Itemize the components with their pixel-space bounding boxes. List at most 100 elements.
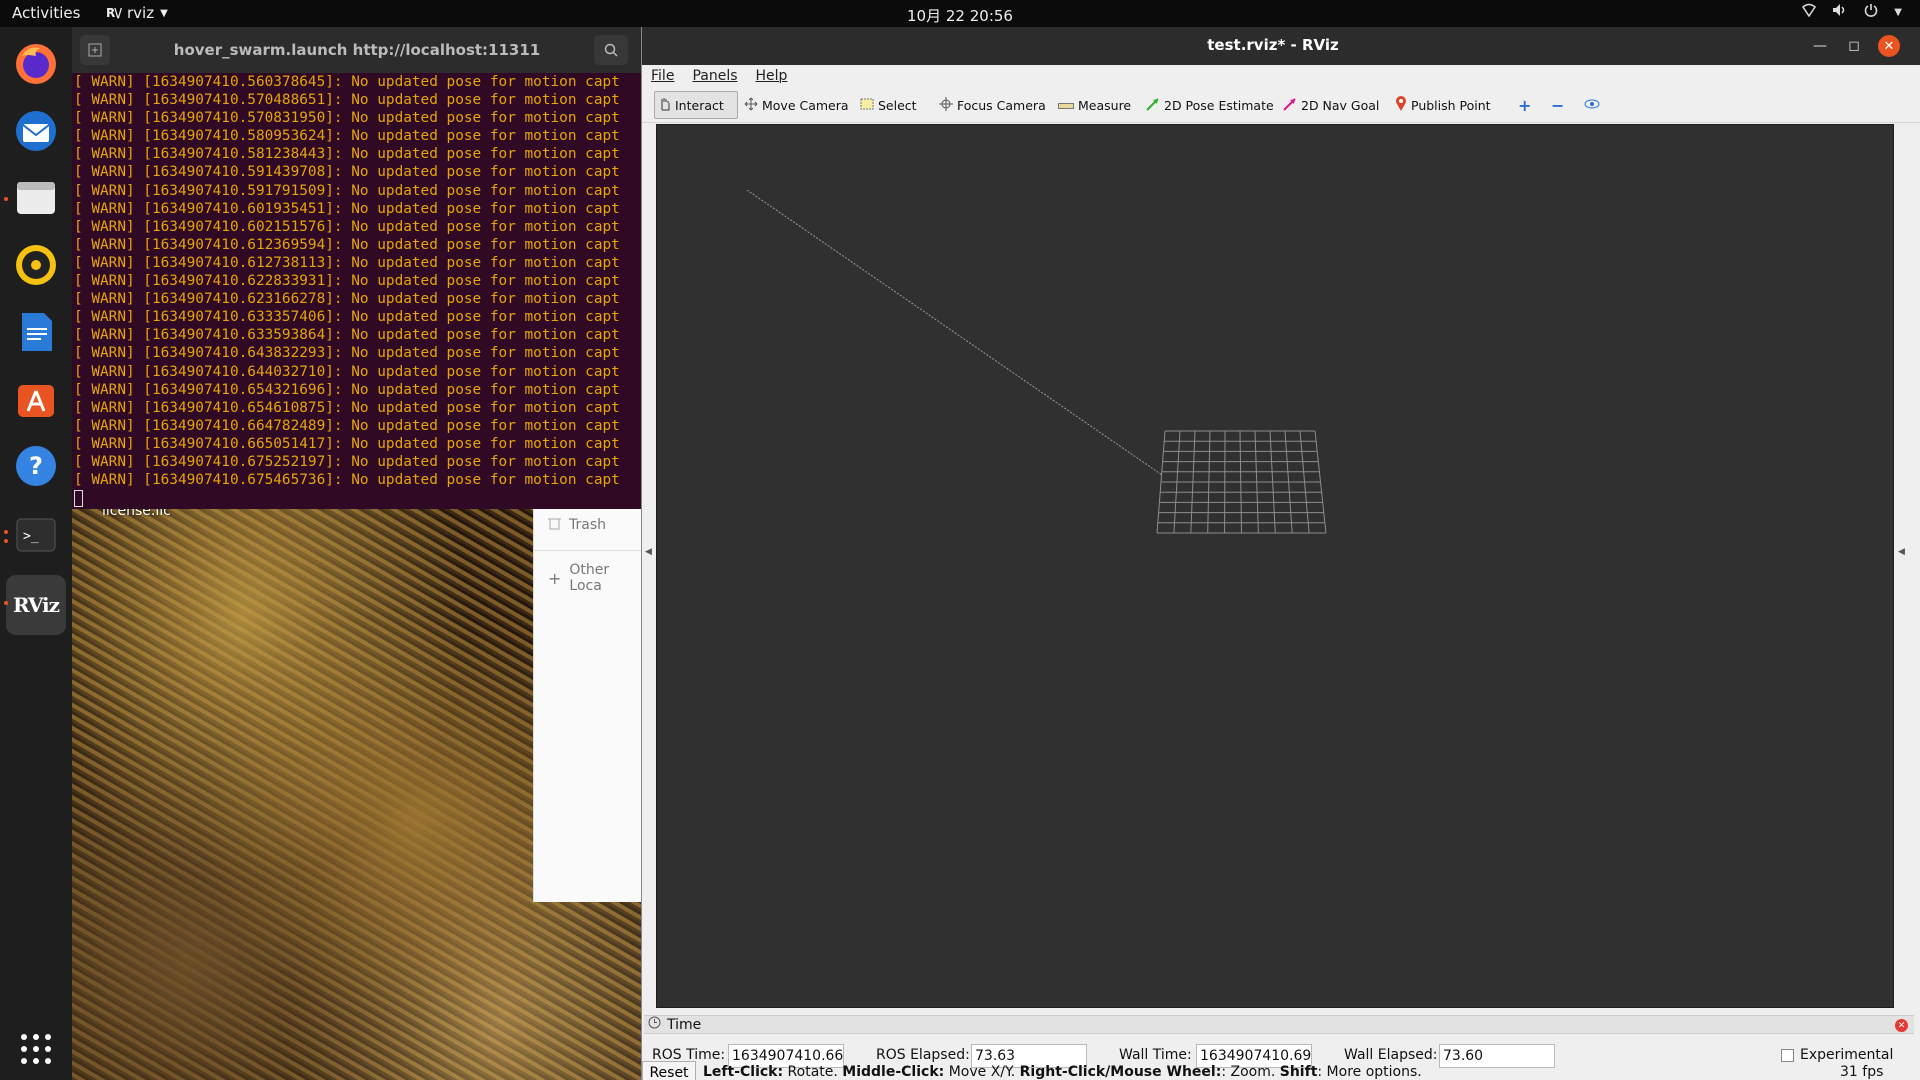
terminal-line: [ WARN] [1634907410.560378645]: No updat… (74, 74, 620, 90)
green-arrow-icon (1146, 97, 1160, 114)
top-bar: Activities R\/ rviz ▼ 10月 22 20:56 ▼ (0, 0, 1920, 27)
rviz-small-icon: R\/ (106, 6, 122, 20)
help-key: Middle-Click: (842, 1064, 945, 1080)
tool-properties-button[interactable] (1580, 91, 1604, 119)
svg-text:?: ? (29, 452, 43, 480)
3d-viewport[interactable] (656, 124, 1894, 1008)
tool-bar: Interact Move Camera Select Focus Camera (642, 87, 1920, 123)
terminal-line: [ WARN] [1634907410.633357406]: No updat… (74, 309, 620, 326)
menu-bar: File Panels Help (642, 65, 1920, 87)
help-key: Shift (1279, 1064, 1318, 1080)
system-tray[interactable]: ▼ (1802, 3, 1902, 21)
dock: ? >_ RViz (0, 27, 72, 1080)
experimental-label: Experimental (1800, 1047, 1894, 1063)
checkbox-box (1781, 1048, 1794, 1062)
desktop: Activities R\/ rviz ▼ 10月 22 20:56 ▼ ? >… (0, 0, 1920, 1080)
help-icon[interactable]: ? (12, 442, 60, 490)
terminal-line: [ WARN] [1634907410.612369594]: No updat… (74, 236, 620, 253)
move-camera-tool[interactable]: Move Camera (740, 91, 853, 119)
time-panel-header: Time ✕ (644, 1015, 1914, 1034)
select-box-icon (860, 98, 874, 113)
tool-label: Measure (1078, 97, 1132, 113)
search-icon (604, 43, 618, 57)
close-button[interactable]: ✕ (1878, 35, 1900, 57)
terminal-line: [ WARN] [1634907410.675465736]: No updat… (74, 472, 620, 489)
show-apps-icon[interactable] (12, 1025, 60, 1073)
ros-elapsed-label: ROS Elapsed: (876, 1047, 970, 1063)
minus-icon: − (1551, 95, 1565, 115)
add-tool-button[interactable]: + (1514, 91, 1535, 119)
app-menu[interactable]: R\/ rviz ▼ (106, 4, 168, 22)
move-icon (744, 97, 758, 114)
rviz-window: test.rviz* - RViz — ◻ ✕ File Panels Help… (641, 27, 1920, 1080)
reset-button[interactable]: Reset (642, 1061, 696, 1080)
terminal-icon[interactable]: >_ (12, 511, 60, 559)
maximize-button[interactable]: ◻ (1843, 35, 1865, 57)
terminal-line: [ WARN] [1634907410.643832293]: No updat… (74, 345, 620, 362)
clock[interactable]: 10月 22 20:56 (0, 5, 1920, 26)
volume-icon (1832, 3, 1848, 21)
tool-label: 2D Nav Goal (1301, 97, 1380, 113)
terminal-line: [ WARN] [1634907410.602151576]: No updat… (74, 218, 620, 235)
terminal-prompt[interactable] (74, 489, 642, 507)
wall-elapsed-field[interactable]: 73.60 (1439, 1044, 1555, 1068)
files-icon[interactable] (12, 174, 60, 222)
experimental-checkbox[interactable]: Experimental (1781, 1047, 1893, 1063)
plus-icon: + (548, 568, 562, 588)
tool-label: Select (878, 97, 917, 113)
help-desc: : More options. (1317, 1064, 1422, 1080)
divider (534, 550, 646, 551)
status-help-text: Left-Click: Rotate. Middle-Click: Move X… (703, 1064, 1422, 1080)
menu-file[interactable]: File (651, 68, 674, 84)
measure-tool[interactable]: Measure (1054, 91, 1135, 119)
software-icon[interactable] (12, 375, 60, 423)
chevron-down-icon: ▼ (160, 7, 168, 19)
help-desc: : Zoom. (1221, 1064, 1280, 1080)
nav-goal-tool[interactable]: 2D Nav Goal (1279, 91, 1383, 119)
terminal-output[interactable]: [ WARN] [1634907410.560378645]: No updat… (72, 73, 642, 509)
help-desc: Move X/Y. (944, 1064, 1020, 1080)
sidebar-item-other-locations[interactable]: + Other Loca (548, 562, 645, 594)
rhythmbox-icon[interactable] (12, 241, 60, 289)
terminal-line: [ WARN] [1634907410.581238443]: No updat… (74, 146, 620, 163)
terminal-line: [ WARN] [1634907410.591791509]: No updat… (74, 182, 620, 199)
running-indicator (4, 197, 8, 201)
window-title: test.rviz* - RViz (1207, 36, 1339, 54)
terminal-line: [ WARN] [1634907410.633593864]: No updat… (74, 327, 620, 344)
search-button[interactable] (594, 35, 628, 65)
tool-label: Interact (675, 97, 724, 113)
pose-estimate-tool[interactable]: 2D Pose Estimate (1142, 91, 1278, 119)
help-key: Left-Click: (703, 1064, 784, 1080)
eye-icon (1584, 98, 1600, 113)
terminal-line: [ WARN] [1634907410.570488651]: No updat… (74, 92, 620, 109)
terminal-line: [ WARN] [1634907410.591439708]: No updat… (74, 164, 620, 181)
tool-label: 2D Pose Estimate (1164, 97, 1274, 113)
close-panel-icon[interactable]: ✕ (1895, 1019, 1908, 1032)
activities-button[interactable]: Activities (12, 4, 80, 22)
terminal-line: [ WARN] [1634907410.644032710]: No updat… (74, 363, 620, 380)
publish-point-tool[interactable]: Publish Point (1391, 91, 1495, 119)
interact-tool[interactable]: Interact (654, 91, 738, 119)
terminal-line: [ WARN] [1634907410.654321696]: No updat… (74, 381, 620, 398)
map-pin-icon (1395, 95, 1407, 115)
chevron-down-icon: ▼ (1894, 6, 1902, 18)
focus-camera-tool[interactable]: Focus Camera (935, 91, 1050, 119)
select-tool[interactable]: Select (856, 91, 921, 119)
help-desc: Rotate. (783, 1064, 843, 1080)
writer-icon[interactable] (12, 308, 60, 356)
fps-counter: 31 fps (1840, 1064, 1884, 1080)
wall-time-label: Wall Time: (1119, 1047, 1192, 1063)
terminal-line: [ WARN] [1634907410.675252197]: No updat… (74, 453, 620, 470)
menu-panels[interactable]: Panels (692, 68, 737, 84)
remove-tool-button[interactable]: − (1547, 91, 1568, 119)
minimize-button[interactable]: — (1809, 35, 1831, 57)
clock-icon (648, 1016, 661, 1033)
network-icon (1802, 3, 1817, 21)
rviz-icon[interactable]: RViz (6, 575, 66, 635)
menu-help[interactable]: Help (756, 68, 788, 84)
left-dock-arrow-icon[interactable]: ◀ (645, 547, 652, 557)
sidebar-item-trash[interactable]: Trash (548, 516, 606, 534)
right-dock-arrow-icon[interactable]: ◀ (1898, 547, 1905, 557)
firefox-icon[interactable] (12, 40, 60, 88)
thunderbird-icon[interactable] (12, 107, 60, 155)
